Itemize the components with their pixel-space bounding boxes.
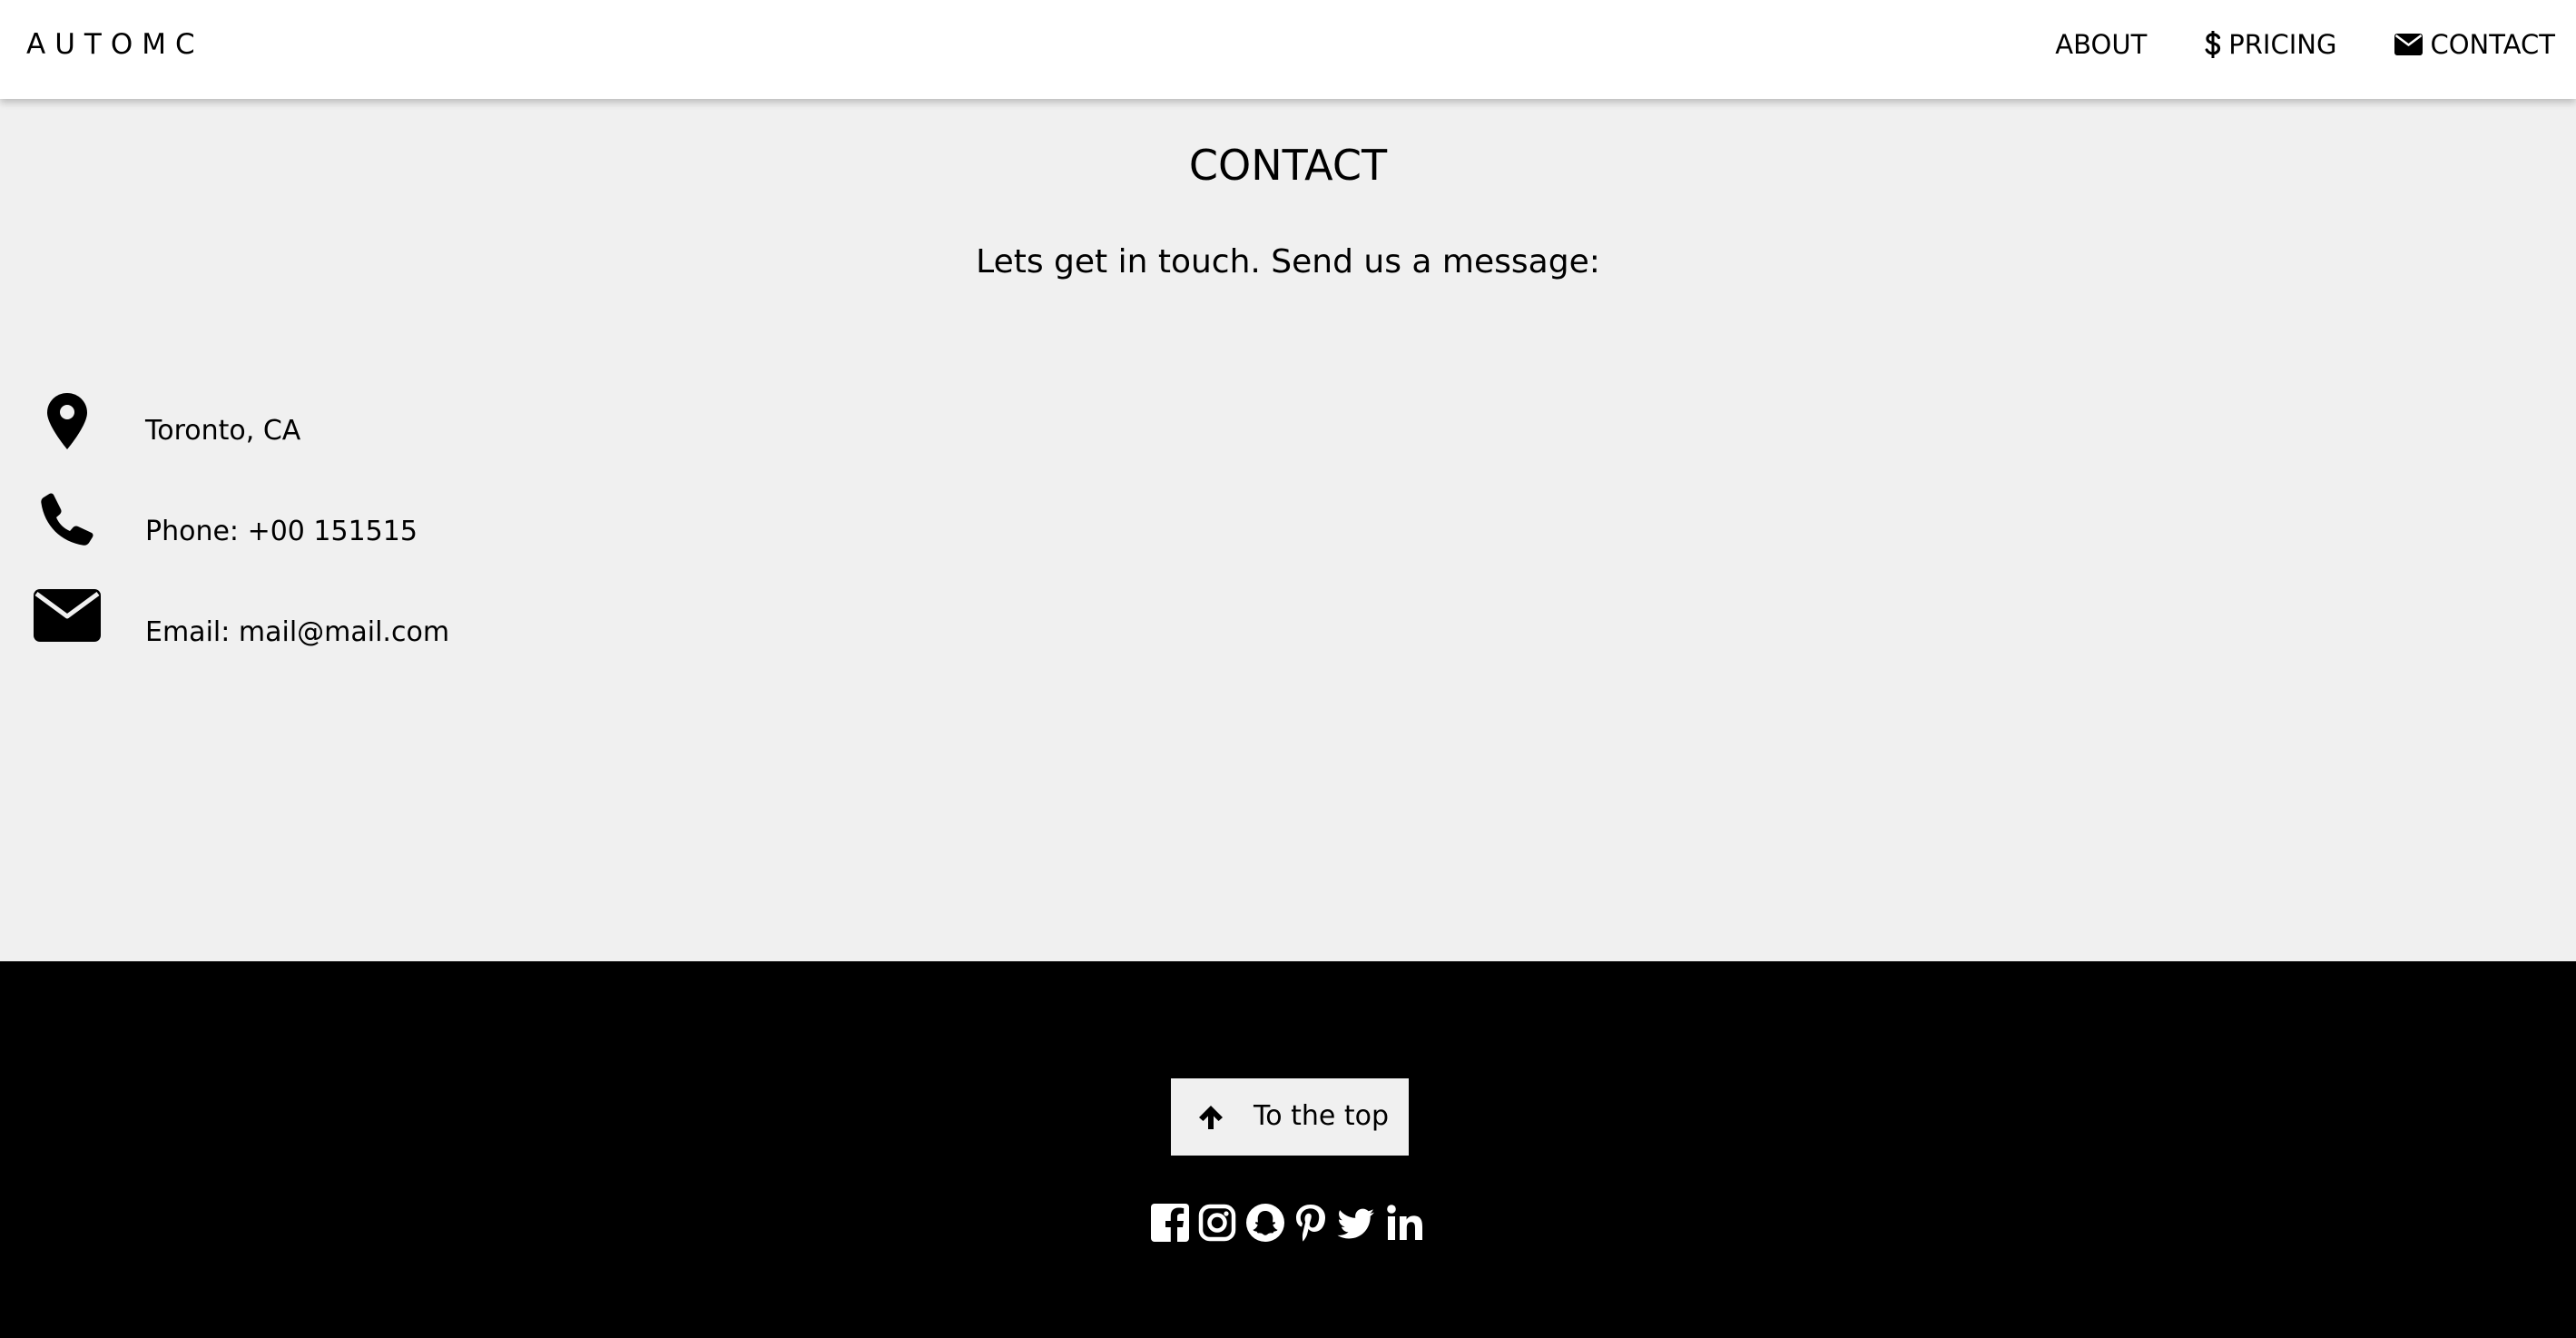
nav-item-about[interactable]: ABOUT [2055, 28, 2147, 61]
nav-menu: ABOUT PRICING CONTACT [2055, 28, 2555, 61]
to-the-top-label: To the top [1254, 1100, 1390, 1132]
arrow-up-icon [1198, 1105, 1224, 1134]
nav-item-contact[interactable]: CONTACT [2394, 28, 2555, 61]
nav-item-label: CONTACT [2430, 29, 2555, 60]
envelope-icon [2394, 34, 2424, 55]
section-title: CONTACT [1188, 141, 1388, 190]
pinterest-icon[interactable] [1294, 1203, 1327, 1248]
contact-info-email: Email: mail@mail.com [0, 584, 817, 656]
contact-info-phone: Phone: +00 151515 [0, 484, 817, 556]
social-links [0, 1203, 2576, 1248]
map-marker-icon [33, 393, 102, 449]
footer: To the top [0, 961, 2576, 1338]
contact-phone-text: Phone: +00 151515 [145, 516, 418, 547]
contact-section: CONTACT Lets get in touch. Send us a mes… [0, 99, 2576, 961]
section-subtitle: Lets get in touch. Send us a message: [976, 243, 1600, 280]
contact-email-text: Email: mail@mail.com [145, 616, 450, 648]
nav-item-pricing[interactable]: PRICING [2205, 28, 2336, 61]
facebook-icon[interactable] [1151, 1203, 1189, 1248]
to-the-top-button[interactable]: To the top [1171, 1078, 1409, 1156]
twitter-icon[interactable] [1336, 1203, 1376, 1248]
dollar-icon [2205, 30, 2221, 59]
top-navbar: AUTOMC ABOUT PRICING CONTACT [0, 0, 2576, 99]
envelope-icon [33, 589, 102, 642]
linkedin-icon[interactable] [1385, 1203, 1425, 1248]
nav-item-label: PRICING [2228, 29, 2337, 60]
snapchat-icon[interactable] [1245, 1203, 1285, 1248]
phone-icon [33, 493, 102, 546]
nav-item-label: ABOUT [2055, 29, 2148, 60]
brand-logo[interactable]: AUTOMC [26, 28, 204, 61]
contact-location-text: Toronto, CA [145, 415, 301, 447]
contact-info-location: Toronto, CA [0, 384, 817, 457]
instagram-icon[interactable] [1198, 1203, 1236, 1248]
